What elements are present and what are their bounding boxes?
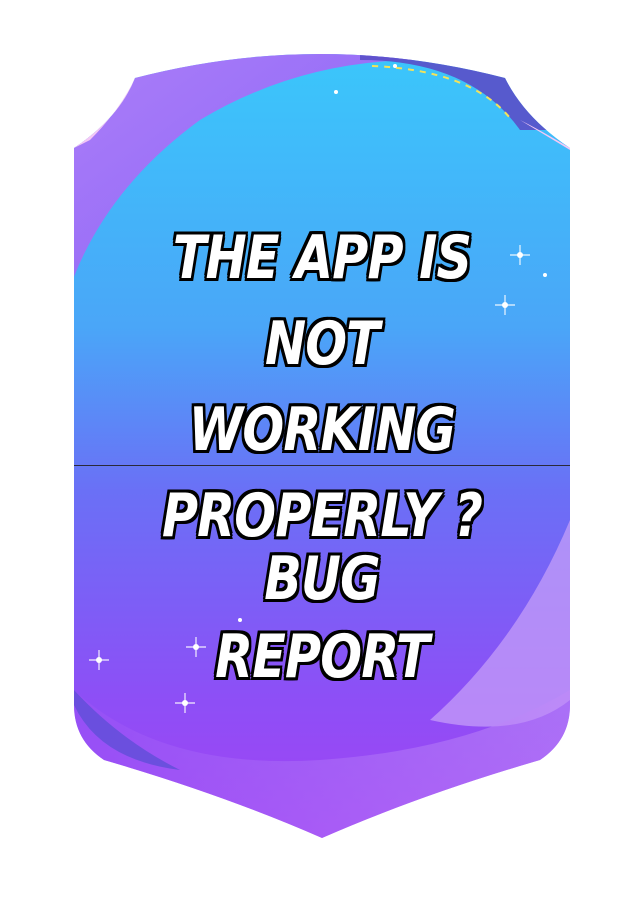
question-line-1: THE APP IS NOT xyxy=(172,223,472,379)
cta-line-2: REPORT xyxy=(215,622,430,692)
bug-report-label[interactable]: BUG REPORT xyxy=(119,540,526,696)
question-line-2: WORKING xyxy=(188,395,456,465)
cta-line-1: BUG xyxy=(264,544,380,614)
